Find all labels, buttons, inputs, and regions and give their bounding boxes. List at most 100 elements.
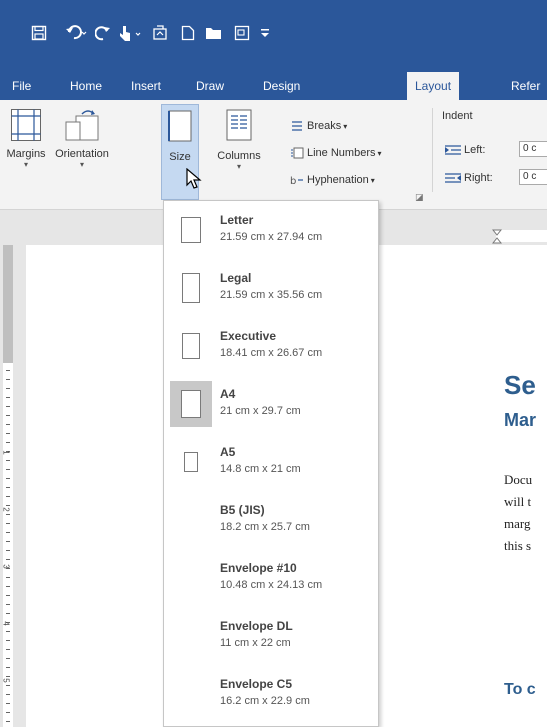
format-icon[interactable] — [150, 20, 172, 46]
ruler-tick — [6, 712, 10, 713]
new-document-icon[interactable] — [178, 20, 198, 46]
tab-file[interactable]: File — [12, 72, 31, 100]
ruler-tick — [6, 658, 10, 659]
tab-insert[interactable]: Insert — [131, 72, 161, 100]
indent-marker-icon[interactable] — [492, 229, 502, 245]
breaks-button[interactable]: Breaks ▾ — [290, 120, 347, 132]
size-option-dimensions: 11 cm x 22 cm — [220, 637, 291, 649]
ruler-margin-area — [3, 245, 13, 363]
tab-references[interactable]: Refer — [511, 72, 540, 100]
ruler-tick — [6, 550, 10, 551]
ruler-tick — [6, 442, 10, 443]
ribbon: Margins ▾ Orientation ▾ Size Columns ▾ B… — [0, 100, 547, 210]
ruler-tick — [6, 424, 10, 425]
hyphenation-label: Hyphenation — [307, 174, 369, 186]
mouse-pointer-icon — [186, 168, 202, 189]
ruler-tick — [6, 640, 10, 641]
ruler-tick — [6, 514, 10, 515]
ruler-tick — [6, 694, 10, 695]
document-subheading: To c — [504, 681, 536, 698]
size-option-name: Executive — [220, 329, 277, 343]
size-option-executive[interactable]: Executive 18.41 cm x 26.67 cm — [164, 319, 378, 377]
ribbon-tabs: File Home Insert Draw Design Layout Refe… — [0, 68, 547, 100]
ruler-tick — [6, 676, 10, 677]
size-icon — [168, 110, 192, 142]
ruler-tick — [6, 487, 10, 488]
size-option-b5-jis[interactable]: B5 (JIS) 18.2 cm x 25.7 cm — [164, 493, 378, 551]
size-option-dimensions: 10.48 cm x 24.13 cm — [220, 579, 323, 591]
size-option-dimensions: 14.8 cm x 21 cm — [220, 463, 301, 475]
ruler-tick — [6, 460, 10, 461]
page-thumbnail-icon — [170, 439, 212, 485]
customize-icon[interactable] — [258, 20, 272, 46]
tab-home[interactable]: Home — [70, 72, 102, 100]
undo-icon[interactable] — [62, 20, 90, 46]
page-thumbnail-icon — [170, 381, 212, 427]
ruler-tick — [6, 388, 10, 389]
columns-button[interactable]: Columns ▾ — [214, 108, 264, 172]
ruler-tick — [6, 505, 10, 506]
size-option-dimensions: 21.59 cm x 35.56 cm — [220, 289, 323, 301]
orientation-icon — [65, 110, 99, 141]
margins-button[interactable]: Margins ▾ — [4, 108, 48, 170]
ruler-tick — [6, 586, 10, 587]
right-indent-input[interactable]: 0 c — [519, 169, 547, 185]
ruler-text-area — [3, 363, 13, 727]
ruler-tick — [6, 523, 10, 524]
breaks-icon — [292, 121, 302, 131]
ruler-tick — [6, 496, 10, 497]
size-option-name: Envelope DL — [220, 619, 293, 633]
print-preview-icon[interactable] — [232, 20, 252, 46]
size-option-name: Envelope #10 — [220, 561, 297, 575]
size-option-a5[interactable]: A5 14.8 cm x 21 cm — [164, 435, 378, 493]
size-option-letter[interactable]: Letter 21.59 cm x 27.94 cm — [164, 203, 378, 261]
orientation-button[interactable]: Orientation ▾ — [50, 108, 114, 170]
document-paragraph-line: Docu — [504, 472, 533, 487]
line-numbers-button[interactable]: Line Numbers ▾ — [290, 147, 382, 159]
ruler-tick — [6, 703, 10, 704]
tab-layout[interactable]: Layout — [407, 72, 460, 100]
ruler-tick — [6, 532, 10, 533]
size-option-legal[interactable]: Legal 21.59 cm x 35.56 cm — [164, 261, 378, 319]
ruler-tick — [6, 613, 10, 614]
ruler-tick — [6, 685, 10, 686]
size-option-envelope-dl[interactable]: Envelope DL 11 cm x 22 cm — [164, 609, 378, 667]
ruler-tick — [6, 604, 10, 605]
tab-design[interactable]: Design — [263, 72, 300, 100]
ribbon-separator — [432, 108, 433, 192]
columns-icon — [226, 109, 252, 141]
size-option-name: B5 (JIS) — [220, 503, 265, 517]
size-option-dimensions: 18.41 cm x 26.67 cm — [220, 347, 323, 359]
size-option-dimensions: 21.59 cm x 27.94 cm — [220, 231, 323, 243]
hyphenation-button[interactable]: b Hyphenation ▾ — [290, 174, 375, 186]
ruler-tick — [6, 469, 10, 470]
size-option-name: Envelope C5 — [220, 677, 293, 691]
columns-label: Columns — [217, 150, 261, 162]
page-thumbnail-icon — [170, 207, 212, 253]
left-indent-input[interactable]: 0 c — [519, 141, 547, 157]
chevron-down-icon: ▾ — [23, 160, 28, 169]
size-option-dimensions: 18.2 cm x 25.7 cm — [220, 521, 310, 533]
ruler-text-area — [496, 230, 547, 242]
indent-left-icon — [445, 145, 461, 155]
vertical-ruler[interactable]: 123456 — [0, 245, 16, 727]
tab-draw[interactable]: Draw — [196, 72, 224, 100]
open-icon[interactable] — [203, 20, 225, 46]
page-thumbnail-icon — [170, 265, 212, 311]
document-paragraph-line: marg — [504, 516, 531, 531]
left-indent-label: Left: — [464, 144, 486, 156]
margins-icon — [11, 109, 41, 141]
size-option-a4[interactable]: A4 21 cm x 29.7 cm — [164, 377, 378, 435]
size-option-envelope-c5[interactable]: Envelope C5 16.2 cm x 22.9 cm — [164, 667, 378, 725]
ruler-number: 4 — [1, 621, 11, 626]
ruler-tick — [6, 595, 10, 596]
indent-label: Indent — [442, 110, 473, 122]
title-bar — [0, 0, 547, 68]
size-option-name: Letter — [220, 213, 254, 227]
size-option-envelope-10[interactable]: Envelope #10 10.48 cm x 24.13 cm — [164, 551, 378, 609]
save-icon[interactable] — [28, 20, 50, 46]
dialog-launcher-icon[interactable]: ◪ — [415, 192, 424, 203]
ruler-tick — [6, 397, 10, 398]
touch-mode-icon[interactable] — [116, 20, 146, 46]
redo-icon[interactable] — [93, 20, 113, 46]
